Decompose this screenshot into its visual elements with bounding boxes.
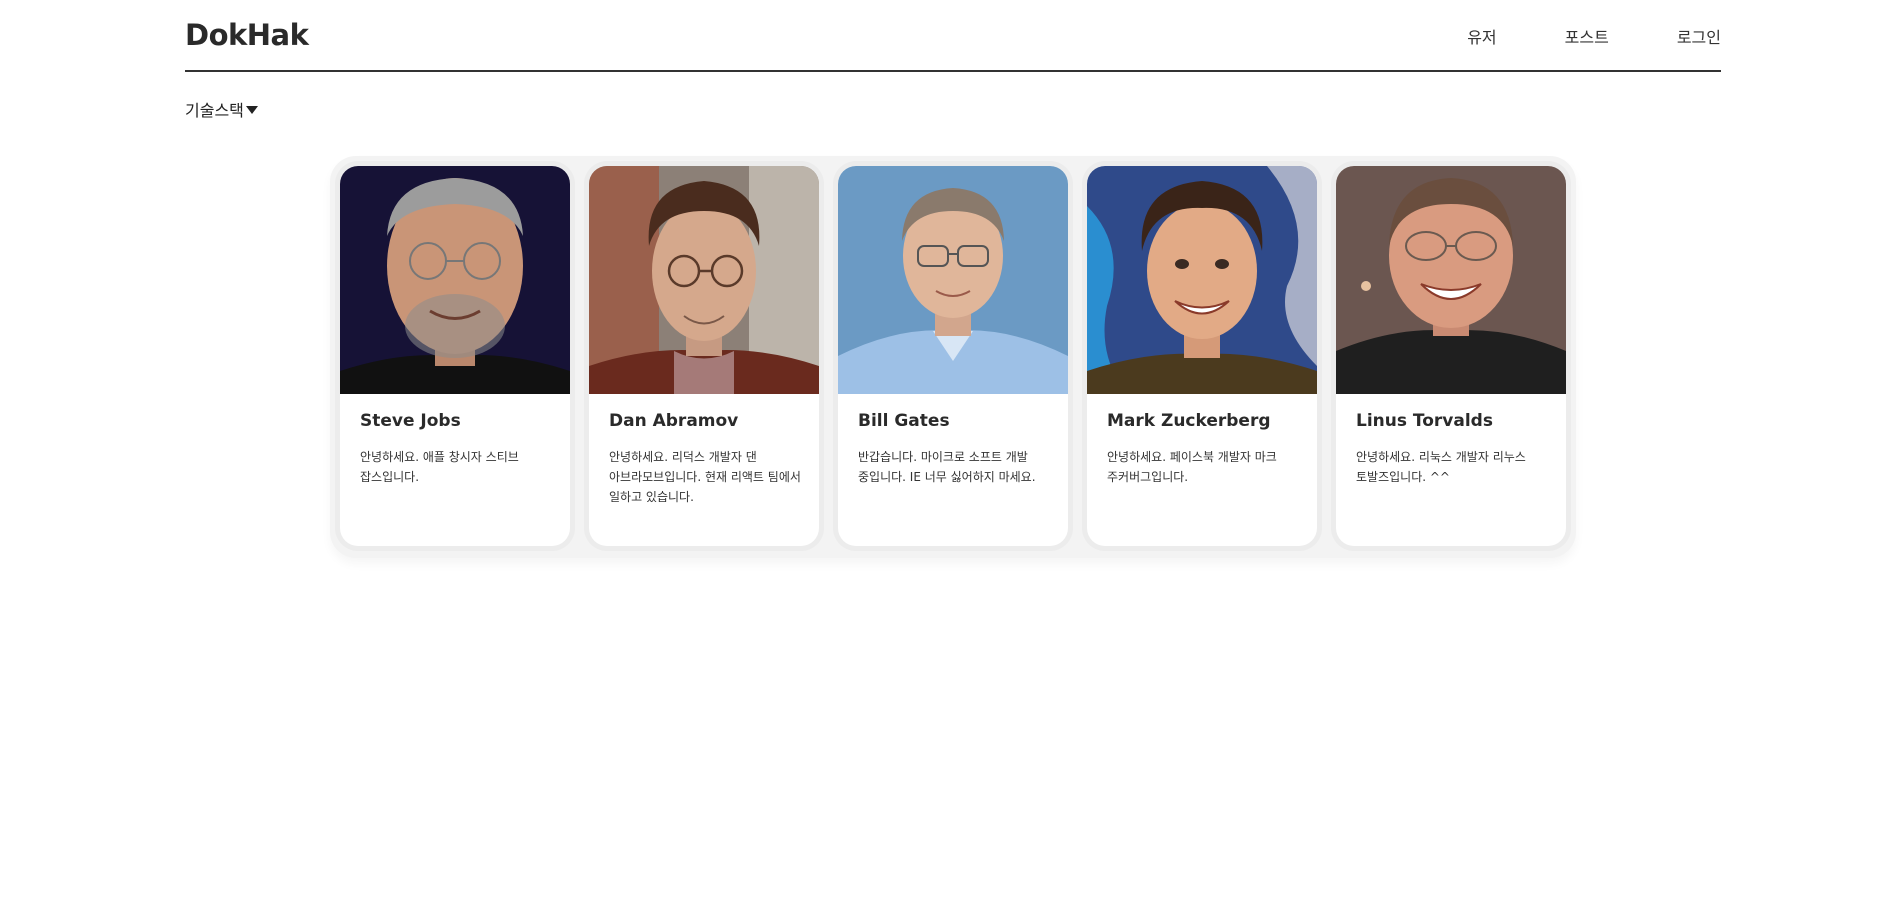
- site-header: DokHak 유저 포스트 로그인: [185, 0, 1721, 72]
- user-bio: 반갑습니다. 마이크로 소프트 개발 중입니다. IE 너무 싫어하지 마세요.: [858, 450, 1036, 484]
- caret-down-icon: [245, 105, 258, 114]
- site-logo[interactable]: DokHak: [185, 18, 309, 52]
- user-name: Mark Zuckerberg: [1107, 411, 1271, 431]
- user-name: Linus Torvalds: [1356, 411, 1493, 431]
- user-photo: [1087, 166, 1317, 394]
- user-name: Steve Jobs: [360, 411, 461, 431]
- user-bio: 안녕하세요. 페이스북 개발자 마크 주커버그입니다.: [1107, 450, 1277, 484]
- user-bio: 안녕하세요. 애플 창시자 스티브 잡스입니다.: [360, 450, 519, 484]
- tech-stack-label: 기술스택: [185, 101, 244, 120]
- nav-item-login[interactable]: 로그인: [1677, 24, 1721, 48]
- user-name: Dan Abramov: [609, 411, 739, 431]
- user-card[interactable]: Dan Abramov 안녕하세요. 리덕스 개발자 댄 아브라모브입니다. 현…: [589, 166, 819, 546]
- user-photo: [340, 166, 570, 394]
- tech-stack-dropdown[interactable]: 기술스택: [185, 97, 258, 121]
- user-card[interactable]: Steve Jobs 안녕하세요. 애플 창시자 스티브 잡스입니다.: [340, 166, 570, 546]
- user-card[interactable]: Bill Gates 반갑습니다. 마이크로 소프트 개발 중입니다. IE 너…: [838, 166, 1068, 546]
- user-card[interactable]: Mark Zuckerberg 안녕하세요. 페이스북 개발자 마크 주커버그입…: [1087, 166, 1317, 546]
- nav-item-posts[interactable]: 포스트: [1565, 24, 1609, 48]
- user-bio: 안녕하세요. 리덕스 개발자 댄 아브라모브입니다. 현재 리액트 팀에서 일하…: [609, 450, 801, 504]
- user-card[interactable]: Linus Torvalds 안녕하세요. 리눅스 개발자 리누스 토발즈입니다…: [1336, 166, 1566, 546]
- user-name: Bill Gates: [858, 411, 950, 431]
- user-photo: [838, 166, 1068, 394]
- user-photo: [1336, 166, 1566, 394]
- nav-item-users[interactable]: 유저: [1467, 24, 1496, 48]
- user-bio: 안녕하세요. 리눅스 개발자 리누스 토발즈입니다. ^^: [1356, 450, 1526, 484]
- user-card-list: Steve Jobs 안녕하세요. 애플 창시자 스티브 잡스입니다. Dan …: [330, 156, 1576, 558]
- user-photo: [589, 166, 819, 394]
- main-nav: 유저 포스트 로그인: [1399, 24, 1721, 48]
